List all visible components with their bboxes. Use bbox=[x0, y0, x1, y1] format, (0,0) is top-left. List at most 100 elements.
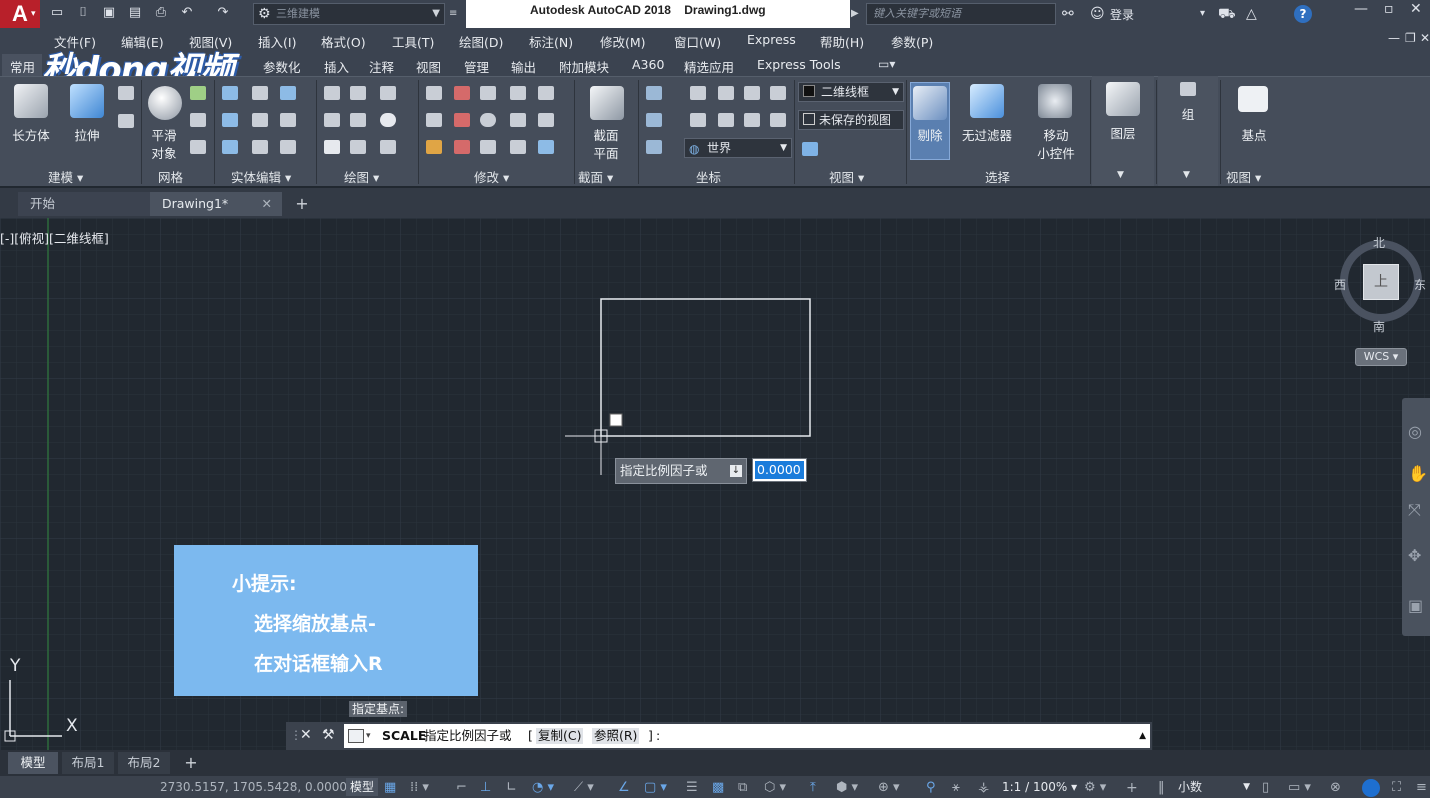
panel-title-selection[interactable]: 选择 bbox=[985, 167, 1010, 186]
logo-dropdown-icon[interactable]: ▾ bbox=[31, 9, 36, 19]
minimize-icon[interactable]: — bbox=[1354, 0, 1368, 18]
lock-ui-icon[interactable]: ▭ ▾ bbox=[1288, 780, 1311, 795]
undo-icon[interactable]: ↶ bbox=[178, 5, 196, 21]
box-button[interactable]: 长方体 bbox=[8, 125, 54, 144]
file-tab-start[interactable]: 开始 bbox=[18, 192, 150, 216]
tab-parametric[interactable]: 参数化 bbox=[263, 57, 301, 76]
close-command-icon[interactable]: ✕ bbox=[300, 727, 312, 743]
coordinate-readout[interactable]: 2730.5157, 1705.5428, 0.0000 bbox=[160, 780, 347, 794]
intersect-icon[interactable] bbox=[222, 140, 238, 154]
layout-tab-1[interactable]: 布局1 bbox=[62, 752, 114, 774]
new-tab-button[interactable]: + bbox=[290, 193, 314, 215]
login-button[interactable]: 登录 bbox=[1110, 6, 1134, 23]
tab-express-tools[interactable]: Express Tools bbox=[757, 57, 841, 72]
redo-icon[interactable]: ↷ bbox=[214, 5, 232, 21]
layout-tab-model[interactable]: 模型 bbox=[8, 752, 58, 774]
layout-tab-2[interactable]: 布局2 bbox=[118, 752, 170, 774]
ucs-tool-icon[interactable] bbox=[646, 140, 662, 154]
tab-featured-apps[interactable]: 精选应用 bbox=[684, 57, 734, 76]
snap-icon[interactable]: ⁞⁞ ▾ bbox=[410, 780, 429, 795]
modeling-tool-icon[interactable] bbox=[118, 86, 134, 100]
a360-icon[interactable]: △ bbox=[1246, 5, 1257, 23]
rotate-icon[interactable] bbox=[480, 113, 496, 127]
layers-expand-icon[interactable]: ▼ bbox=[1117, 170, 1124, 180]
circle-icon[interactable] bbox=[380, 113, 396, 127]
tab-output[interactable]: 输出 bbox=[511, 57, 536, 76]
login-dropdown-icon[interactable]: ▾ bbox=[1200, 5, 1205, 23]
ucs-tool-icon[interactable] bbox=[770, 86, 786, 100]
menu-parameters[interactable]: 参数(P) bbox=[891, 32, 933, 51]
menu-dimension[interactable]: 标注(N) bbox=[529, 32, 573, 51]
command-recent-icon[interactable] bbox=[348, 729, 364, 743]
clean-screen-icon[interactable]: ⛶ bbox=[1392, 780, 1401, 795]
section-plane-label-1[interactable]: 截面 bbox=[582, 125, 630, 144]
solid-edit-icon[interactable] bbox=[280, 86, 296, 100]
annotation-scale-icon[interactable]: ⚶ bbox=[978, 780, 989, 795]
menu-express[interactable]: Express bbox=[747, 32, 796, 47]
smooth-object-label-2[interactable]: 对象 bbox=[142, 143, 186, 162]
menu-modify[interactable]: 修改(M) bbox=[600, 32, 646, 51]
model-space-toggle[interactable]: 模型 bbox=[346, 778, 378, 796]
move-gizmo-label-2[interactable]: 小控件 bbox=[1030, 143, 1082, 162]
wcs-menu[interactable]: WCS ▾ bbox=[1355, 348, 1407, 366]
pan-icon[interactable]: ✋ bbox=[1408, 464, 1428, 483]
search-input[interactable]: 键入关键字或短语 bbox=[866, 3, 1056, 25]
ucs-select[interactable]: ◍ 世界 ▼ bbox=[684, 138, 792, 158]
command-history-icon[interactable]: ▲ bbox=[1139, 724, 1146, 748]
solid-edit-icon[interactable] bbox=[280, 113, 296, 127]
trim-icon[interactable] bbox=[538, 86, 554, 100]
arc-icon[interactable] bbox=[380, 86, 396, 100]
solid-edit-icon[interactable] bbox=[252, 113, 268, 127]
doc-minimize-icon[interactable]: — bbox=[1388, 31, 1400, 45]
menu-format[interactable]: 格式(O) bbox=[321, 32, 366, 51]
tab-home[interactable]: 常用 bbox=[10, 57, 35, 76]
panel-title-solid-edit[interactable]: 实体编辑 ▾ bbox=[231, 167, 291, 186]
panel-title-view[interactable]: 视图 ▾ bbox=[829, 167, 864, 186]
workspace-select[interactable]: ⚙ 三维建模 ▼ bbox=[253, 3, 445, 25]
array-icon[interactable] bbox=[538, 140, 554, 154]
auto-scale-icon[interactable]: ⚹ bbox=[952, 780, 960, 795]
move-gizmo-label-1[interactable]: 移动 bbox=[1030, 125, 1082, 144]
annotation-monitor-icon[interactable]: + bbox=[1126, 780, 1138, 796]
customize-wrench-icon[interactable]: ⚒ bbox=[322, 727, 335, 743]
base-point-button[interactable]: 基点 bbox=[1226, 125, 1282, 144]
panel-title-modeling[interactable]: 建模 ▾ bbox=[48, 167, 83, 186]
polyline-icon[interactable] bbox=[324, 86, 340, 100]
panel-title-coordinates[interactable]: 坐标 bbox=[696, 167, 721, 186]
file-tab-drawing[interactable]: Drawing1* ✕ bbox=[150, 192, 282, 216]
mesh-tool-icon[interactable] bbox=[190, 86, 206, 100]
ellipse-icon[interactable] bbox=[380, 140, 396, 154]
expand-arrow-icon[interactable]: ▶ bbox=[851, 4, 863, 24]
ucs-tool-icon[interactable] bbox=[744, 113, 760, 127]
infer-constraints-icon[interactable]: ⌐ bbox=[456, 780, 467, 795]
tab-insert[interactable]: 插入 bbox=[324, 57, 349, 76]
modeling-tool-icon[interactable] bbox=[118, 114, 134, 128]
layers-button[interactable]: 图层 bbox=[1096, 123, 1150, 142]
menu-draw[interactable]: 绘图(D) bbox=[459, 32, 503, 51]
section-plane-label-2[interactable]: 平面 bbox=[582, 143, 630, 162]
viewport-icon[interactable] bbox=[802, 142, 818, 156]
gizmo-status-icon[interactable]: ⊕ ▾ bbox=[878, 780, 900, 795]
isolate-objects-icon[interactable]: ⊗ bbox=[1330, 780, 1341, 795]
ucs-tool-icon[interactable] bbox=[646, 113, 662, 127]
ucs-tool-icon[interactable] bbox=[744, 86, 760, 100]
solid-edit-icon[interactable] bbox=[252, 140, 268, 154]
compass-west[interactable]: 西 bbox=[1334, 276, 1346, 293]
steering-wheel-icon[interactable]: ◎ bbox=[1408, 422, 1422, 441]
draw-tool-icon[interactable] bbox=[350, 86, 366, 100]
modify-tool-icon[interactable] bbox=[454, 113, 470, 127]
close-tab-icon[interactable]: ✕ bbox=[262, 192, 272, 216]
restore-icon[interactable]: ▫ bbox=[1384, 0, 1394, 18]
isodraft-icon[interactable]: ⟋ ▾ bbox=[574, 780, 594, 795]
panel-title-mesh[interactable]: 网格 bbox=[158, 167, 183, 186]
print-icon[interactable]: ⎙ bbox=[152, 5, 170, 21]
zoom-extents-icon[interactable]: ⤧ bbox=[1408, 500, 1421, 520]
workspace-switch-icon[interactable]: ⚙ ▾ bbox=[1084, 780, 1106, 795]
viewcube-top-face[interactable]: 上 bbox=[1363, 264, 1399, 300]
spline-icon[interactable] bbox=[324, 113, 340, 127]
no-filter-button[interactable]: 无过滤器 bbox=[956, 125, 1018, 144]
menu-tools[interactable]: 工具(T) bbox=[392, 32, 434, 51]
ucs-tool-icon[interactable] bbox=[770, 113, 786, 127]
add-layout-button[interactable]: + bbox=[180, 752, 202, 774]
tab-manage[interactable]: 管理 bbox=[464, 57, 489, 76]
